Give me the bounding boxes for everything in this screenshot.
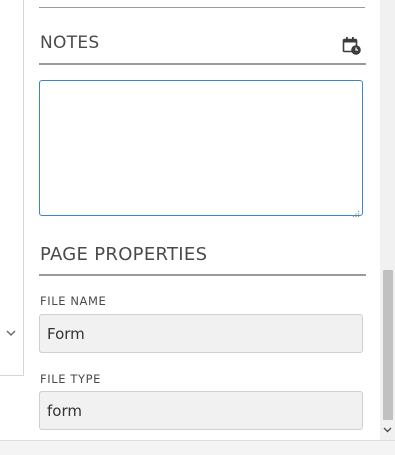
left-pane-edge [0, 0, 24, 455]
bottom-status-strip [0, 440, 395, 455]
notes-heading: NOTES [40, 33, 100, 53]
panel-scrollbar[interactable] [380, 0, 395, 440]
notes-textarea[interactable] [39, 80, 363, 216]
notes-divider [39, 63, 366, 65]
page-properties-heading: PAGE PROPERTIES [40, 244, 208, 265]
resize-grip-icon[interactable] [352, 203, 360, 218]
file-type-input[interactable] [39, 391, 363, 430]
panel-top-rule [39, 7, 365, 8]
left-pane-bottom-divider [0, 375, 24, 376]
scroll-down-arrow-icon[interactable] [382, 426, 393, 436]
file-name-label: FILE NAME [40, 294, 107, 308]
properties-panel: NOTES PAGE PROPERTIES FILE NAME Form FIL… [24, 0, 380, 440]
file-name-input[interactable] [39, 314, 363, 353]
calendar-clock-icon[interactable] [342, 36, 362, 56]
scrollbar-thumb[interactable] [383, 270, 393, 420]
properties-panel-window: NOTES PAGE PROPERTIES FILE NAME Form FIL… [0, 0, 395, 455]
file-type-label: FILE TYPE [40, 372, 101, 386]
chevron-down-icon[interactable] [4, 327, 18, 339]
page-properties-divider [39, 274, 366, 276]
